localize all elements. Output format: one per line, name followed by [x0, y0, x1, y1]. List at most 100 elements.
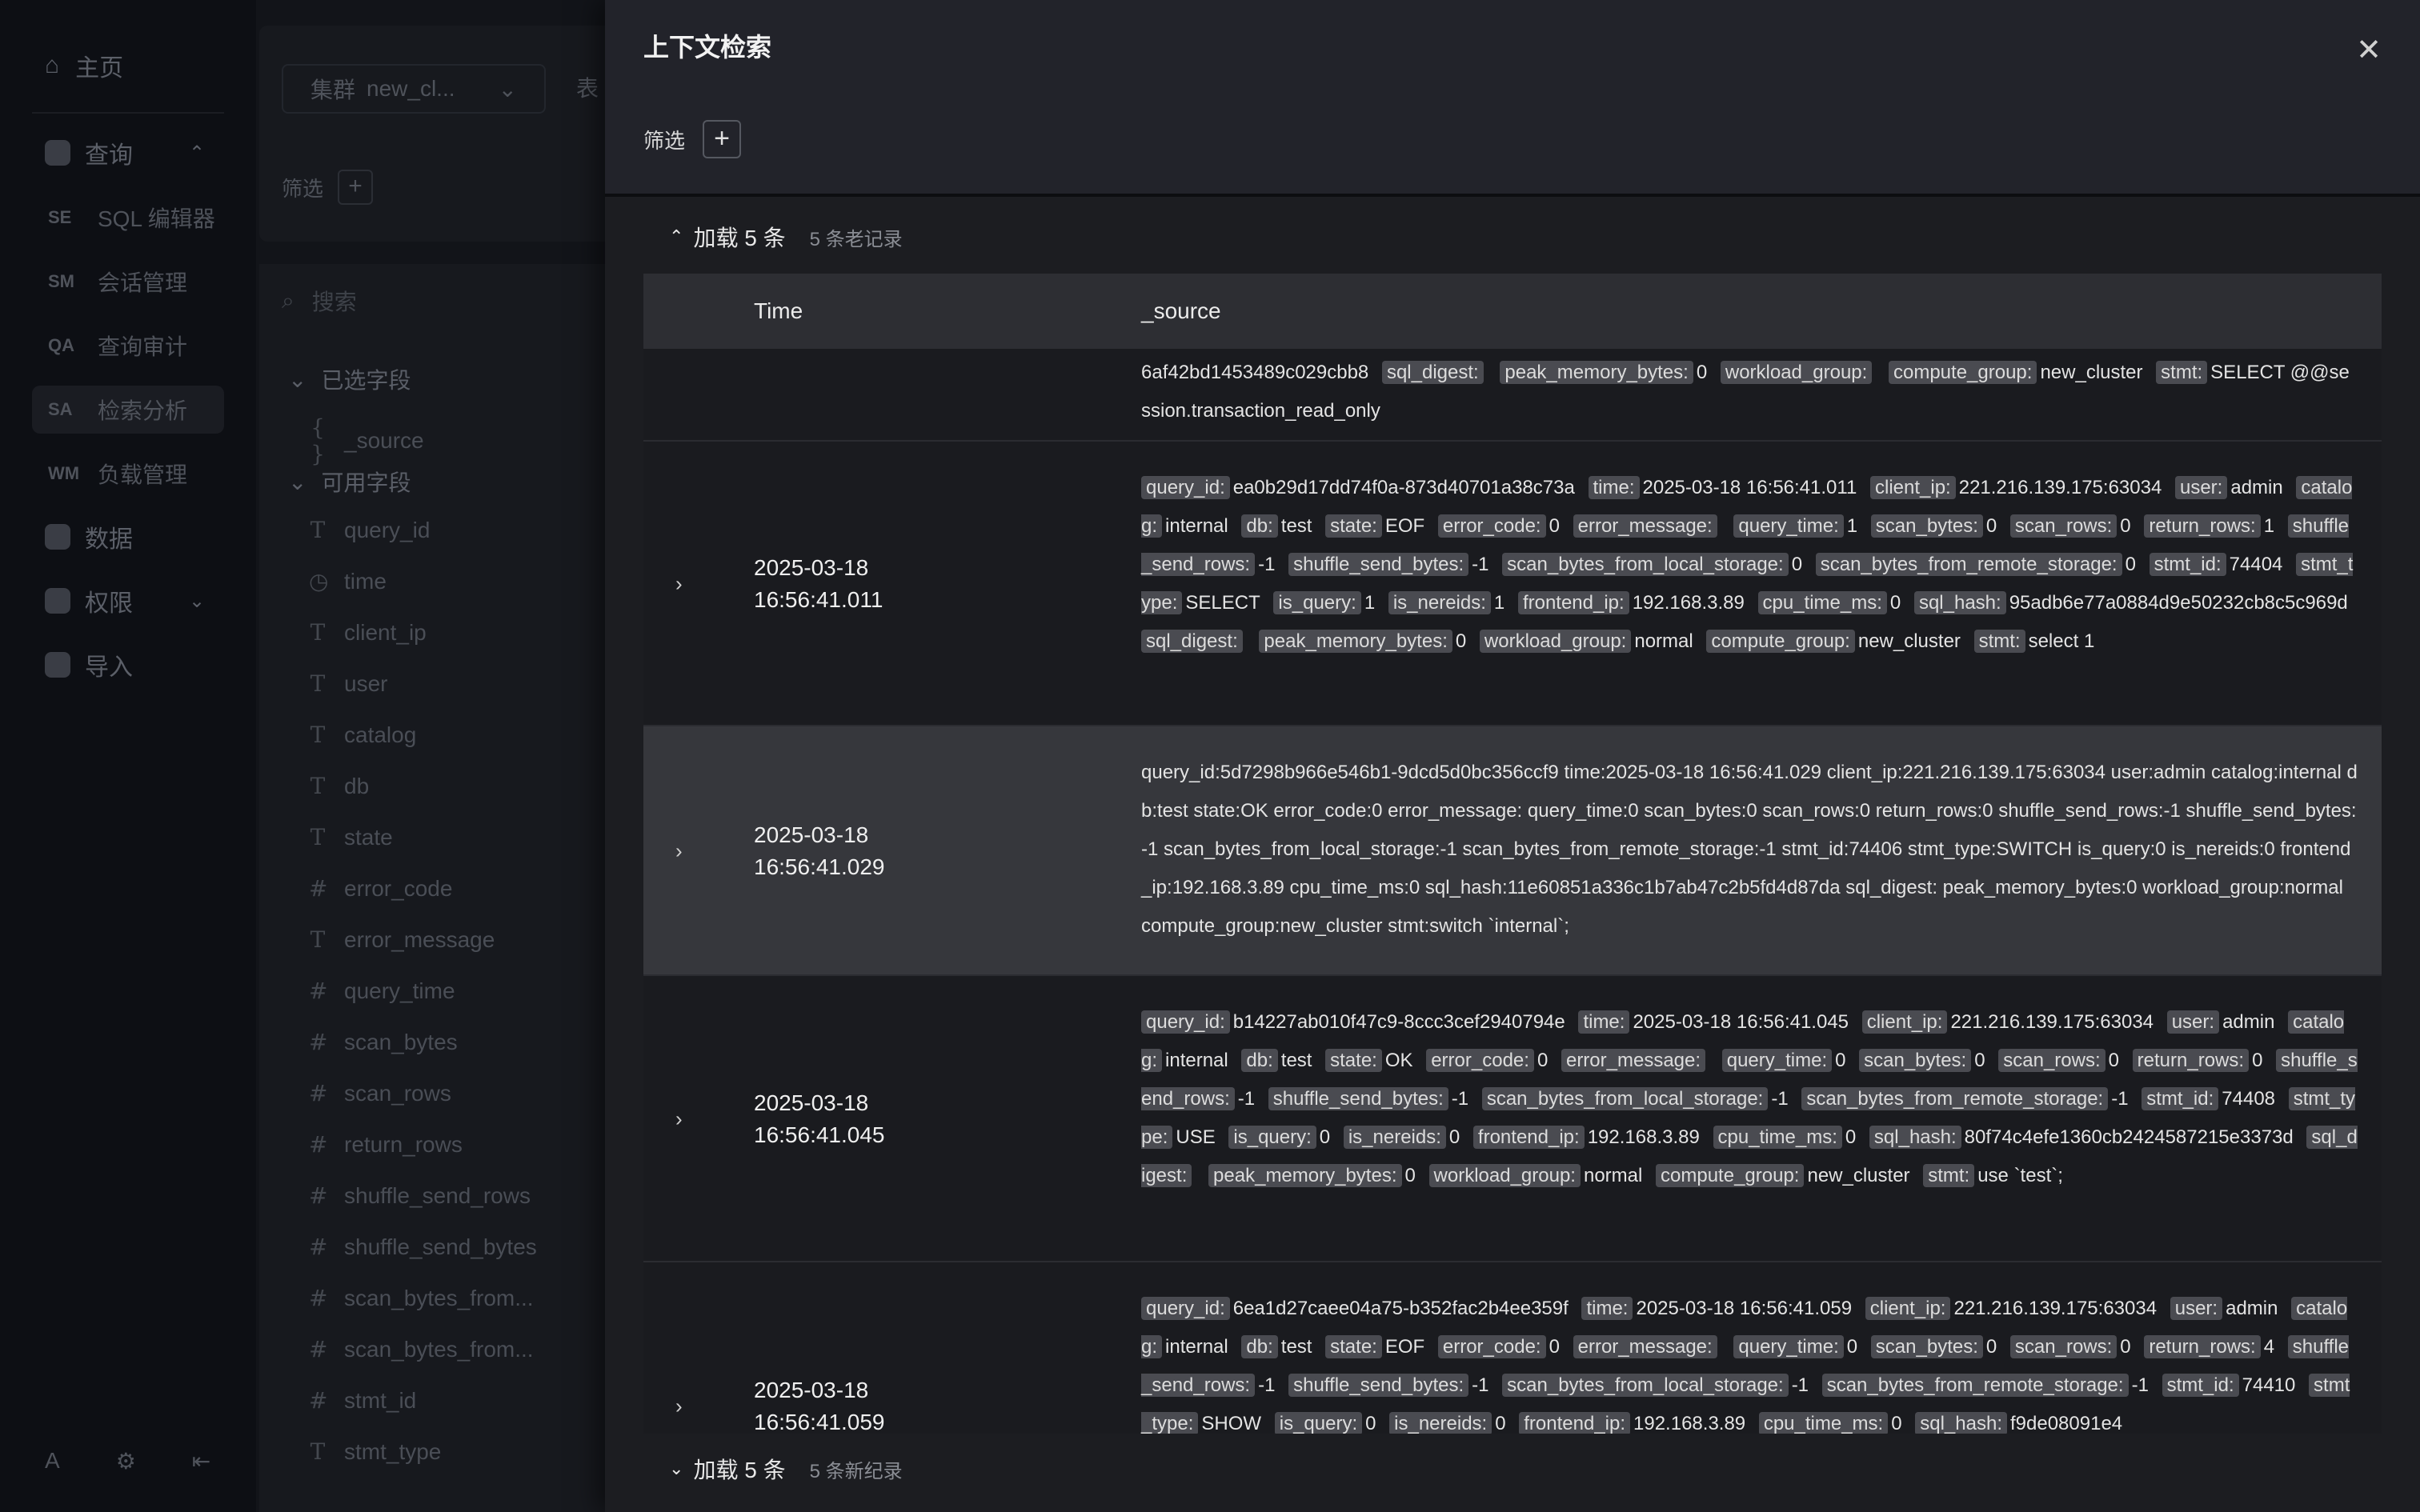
home-icon: ⌂: [45, 52, 60, 78]
add-filter-button[interactable]: +: [703, 120, 742, 158]
field-search-input[interactable]: 搜索: [312, 285, 357, 317]
field-value: 2025-03-18 16:56:41.059: [1636, 1298, 1853, 1319]
field-key-tag: state:: [1325, 1049, 1382, 1072]
field-key-tag: frontend_ip:: [1517, 591, 1629, 614]
field-value: use `test`;: [1977, 1165, 2063, 1186]
field-value: -1: [1472, 1374, 1489, 1396]
field-item[interactable]: ◷ time: [309, 568, 387, 594]
field-value: new_cluster: [2040, 362, 2143, 383]
field-key-tag: user:: [2174, 476, 2228, 499]
drawer-title: 上下文检索: [643, 33, 772, 62]
field-name: stmt_type: [344, 1438, 442, 1464]
column-header-source[interactable]: _source: [1141, 274, 1221, 349]
field-value: 0: [1985, 515, 1997, 537]
field-item[interactable]: # shuffle_send_bytes: [309, 1234, 537, 1260]
table-select[interactable]: 表: [576, 64, 599, 114]
field-key-tag: workload_group:: [1428, 1164, 1581, 1187]
column-header-time[interactable]: Time: [754, 274, 803, 349]
field-value: 0: [1985, 1336, 1997, 1358]
collapse-sidebar-icon[interactable]: ⇤: [192, 1448, 210, 1474]
sidebar-item-search-analysis[interactable]: SA 检索分析: [32, 386, 224, 434]
table-row[interactable]: › 2025-03-18 16:56:41.045 query_id: b14227ab…: [643, 976, 2382, 1262]
load-newer-button[interactable]: ⌄ 加载 5 条: [669, 1453, 786, 1485]
field-value: 1: [1493, 592, 1505, 614]
add-filter-button[interactable]: +: [338, 170, 374, 205]
field-item[interactable]: Tclient_ip: [309, 619, 427, 646]
load-older-button[interactable]: ⌃ 加载 5 条: [669, 221, 786, 253]
load-newer-bar: ⌄ 加载 5 条 5 条新纪录: [669, 1453, 903, 1485]
sidebar-item-data[interactable]: 数据: [45, 517, 133, 557]
sidebar-item-sql-editor[interactable]: SE SQL 编辑器: [32, 194, 224, 242]
field-name: query_id: [344, 517, 431, 542]
field-value: select 1: [2028, 630, 2095, 652]
field-key-tag: user:: [2170, 1297, 2223, 1320]
field-item[interactable]: Tuser: [309, 670, 388, 697]
field-item[interactable]: # error_code: [309, 875, 452, 902]
table-row[interactable]: › 2025-03-18 16:56:41.029 query_id:5d7298b9…: [643, 726, 2382, 976]
field-value: 0: [2125, 554, 2136, 575]
field-value: 0: [1448, 1126, 1460, 1148]
field-key-tag: client_ip:: [1865, 1297, 1951, 1320]
sidebar-item-audit[interactable]: QA 查询审计: [32, 322, 224, 370]
field-value: 2025-03-18 16:56:41.011: [1642, 477, 1857, 498]
field-value: new_cluster: [1807, 1165, 1910, 1186]
sidebar-home[interactable]: ⌂ 主页: [45, 48, 123, 83]
sidebar-item-session[interactable]: SM 会话管理: [32, 258, 224, 306]
field-value: 6af42bd1453489c029cbb8: [1141, 362, 1369, 383]
field-type-icon: #: [309, 875, 328, 902]
field-value: normal: [1634, 630, 1693, 652]
field-value: 0: [1537, 1050, 1549, 1071]
cluster-select[interactable]: 集群 new_cl... ⌄: [282, 64, 546, 114]
field-key-tag: client_ip:: [1869, 476, 1956, 499]
table-row[interactable]: › 2025-03-18 16:56:41.059 query_id: 6ea1d27c…: [643, 1262, 2382, 1434]
field-item[interactable]: { } _source: [309, 414, 424, 467]
expand-row-icon[interactable]: ›: [675, 1107, 683, 1132]
field-value: -1: [2131, 1374, 2149, 1396]
drawer-filter: 筛选 +: [643, 120, 742, 158]
sidebar: ⌂ 主页 查询 ⌃ SE SQL 编辑器 SM 会话管理 QA 查询审计 SA …: [0, 0, 256, 1512]
sidebar-group-permissions[interactable]: 权限 ⌄: [45, 581, 205, 621]
selected-fields-header[interactable]: ⌄ 已选字段: [288, 363, 411, 395]
expand-row-icon[interactable]: ›: [675, 1394, 683, 1419]
close-icon[interactable]: ✕: [2356, 32, 2382, 68]
field-value: new_cluster: [1857, 630, 1961, 652]
field-name: query_time: [344, 978, 455, 1003]
field-item[interactable]: # stmt_id: [309, 1387, 416, 1414]
gear-icon[interactable]: ⚙: [116, 1448, 136, 1474]
field-item[interactable]: Terror_message: [309, 926, 495, 953]
field-item[interactable]: Tquery_id: [309, 517, 431, 543]
field-value: 6ea1d27caee04a75-b352fac2b4ee359f: [1232, 1298, 1569, 1319]
expand-row-icon[interactable]: ›: [675, 839, 683, 864]
field-value: 1: [1846, 515, 1858, 537]
field-item[interactable]: Tcatalog: [309, 722, 417, 748]
field-value: -1: [1451, 1088, 1469, 1110]
avatar[interactable]: A: [45, 1448, 60, 1474]
field-key-tag: error_message:: [1561, 1049, 1706, 1072]
sidebar-group-query[interactable]: 查询 ⌃: [45, 133, 205, 173]
sidebar-item-import[interactable]: 导入: [45, 645, 133, 685]
field-item[interactable]: # scan_bytes: [309, 1029, 458, 1055]
sidebar-item-workload[interactable]: WM 负载管理: [32, 450, 224, 498]
field-key-tag: query_time:: [1733, 514, 1844, 538]
available-fields-header[interactable]: ⌄ 可用字段: [288, 466, 411, 498]
expand-row-icon[interactable]: ›: [675, 572, 683, 597]
field-item[interactable]: # query_time: [309, 978, 455, 1004]
row-time: 2025-03-18 16:56:41.011: [754, 552, 883, 616]
newer-record-count: 5 条新纪录: [809, 1460, 903, 1482]
field-item[interactable]: # return_rows: [309, 1131, 463, 1158]
field-item[interactable]: # shuffle_send_rows: [309, 1182, 531, 1209]
sidebar-item-label: SQL 编辑器: [98, 206, 215, 231]
field-item[interactable]: Tstmt_type: [309, 1438, 442, 1465]
field-item[interactable]: Tdb: [309, 773, 370, 799]
field-item[interactable]: Tstate: [309, 824, 393, 850]
row-source: query_id: 6ea1d27caee04a75-b352fac2b4ee35…: [1141, 1290, 2358, 1434]
field-item[interactable]: # scan_rows: [309, 1080, 451, 1106]
field-name: error_message: [344, 926, 495, 952]
field-item[interactable]: # scan_bytes_from...: [309, 1285, 534, 1311]
table-row[interactable]: › 2025-03-18 16:56:41.011 query_id: ea0b29d1…: [643, 442, 2382, 726]
field-type-icon: #: [309, 1131, 328, 1158]
field-item[interactable]: # scan_bytes_from...: [309, 1336, 534, 1362]
context-search-drawer: 上下文检索 ✕ 筛选 + ⌃ 加载 5 条 5 条老记录 Time _sourc…: [605, 0, 2420, 1512]
field-search[interactable]: ⌕ 搜索: [282, 285, 357, 317]
load-older-label: 加载 5 条: [693, 226, 786, 250]
